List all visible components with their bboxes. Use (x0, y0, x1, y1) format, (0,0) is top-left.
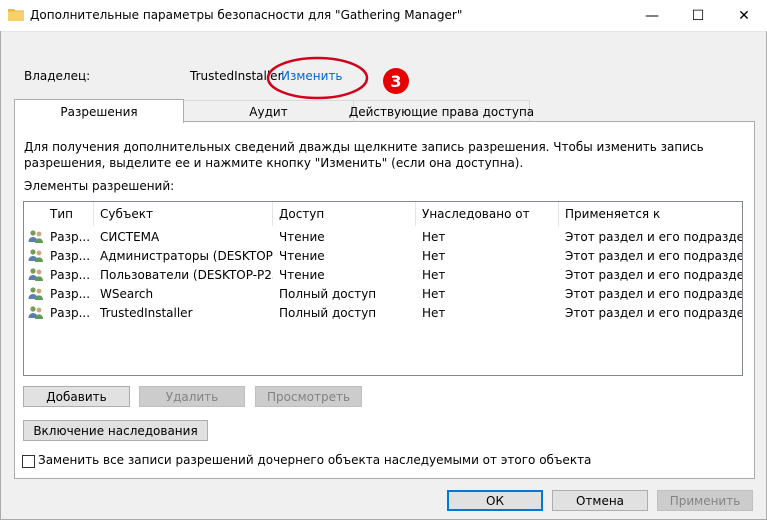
cell-access: Полный доступ (279, 305, 377, 320)
view-button[interactable]: Просмотреть (255, 386, 362, 407)
cell-inherited-from: Нет (422, 305, 446, 320)
cell-access: Чтение (279, 229, 325, 244)
replace-child-permissions-checkbox[interactable] (22, 455, 35, 468)
users-icon (28, 287, 43, 300)
step-badge: 3 (383, 68, 409, 94)
tab-effective-access[interactable]: Действующие права доступа (349, 100, 534, 123)
cell-inherited-from: Нет (422, 248, 446, 263)
cell-type: Разр... (50, 248, 91, 263)
users-icon (28, 230, 43, 243)
tab-permissions[interactable]: Разрешения (14, 99, 184, 123)
list-header: Тип Субъект Доступ Унаследовано от Приме… (24, 202, 742, 226)
cell-type: Разр... (50, 229, 91, 244)
table-row[interactable]: Разр... Пользователи (DESKTOP-P25... Чте… (24, 265, 742, 284)
cell-type: Разр... (50, 267, 91, 282)
users-icon (28, 249, 43, 262)
cell-inherited-from: Нет (422, 229, 446, 244)
owner-label: Владелец: (24, 69, 91, 83)
permission-entries-label: Элементы разрешений: (24, 179, 175, 193)
remove-button[interactable]: Удалить (139, 386, 245, 407)
enable-inheritance-button[interactable]: Включение наследования (23, 420, 208, 441)
cell-principal: WSearch (100, 286, 154, 301)
cancel-button[interactable]: Отмена (552, 490, 648, 511)
cell-principal: Пользователи (DESKTOP-P25... (100, 267, 273, 282)
cell-applies-to: Этот раздел и его подразделы (565, 267, 742, 282)
table-row[interactable]: Разр... СИСТЕМА Чтение Нет Этот раздел и… (24, 227, 742, 246)
cell-access: Полный доступ (279, 286, 377, 301)
table-row[interactable]: Разр... Администраторы (DESKTOP-... Чтен… (24, 246, 742, 265)
highlight-ellipse (266, 56, 369, 100)
add-button[interactable]: Добавить (23, 386, 130, 407)
table-row[interactable]: Разр... TrustedInstaller Полный доступ Н… (24, 303, 742, 322)
replace-child-permissions-label: Заменить все записи разрешений дочернего… (38, 453, 592, 467)
column-header-inherited-from[interactable]: Унаследовано от (416, 202, 559, 226)
cell-applies-to: Этот раздел и его подразделы (565, 305, 742, 320)
tab-audit[interactable]: Аудит (182, 100, 355, 123)
folder-icon (8, 9, 24, 21)
close-button[interactable]: ✕ (721, 0, 767, 31)
column-header-principal[interactable]: Субъект (94, 202, 273, 226)
cell-principal: СИСТЕМА (100, 229, 160, 244)
permission-entries-list[interactable]: Тип Субъект Доступ Унаследовано от Приме… (23, 201, 743, 376)
cell-applies-to: Этот раздел и его подразделы (565, 229, 742, 244)
cell-applies-to: Этот раздел и его подразделы (565, 248, 742, 263)
cell-type: Разр... (50, 286, 91, 301)
window-title: Дополнительные параметры безопасности дл… (30, 8, 463, 22)
cell-principal: Администраторы (DESKTOP-... (100, 248, 273, 263)
cell-principal: TrustedInstaller (100, 305, 193, 320)
cell-inherited-from: Нет (422, 286, 446, 301)
table-row[interactable]: Разр... WSearch Полный доступ Нет Этот р… (24, 284, 742, 303)
cell-access: Чтение (279, 267, 325, 282)
cell-applies-to: Этот раздел и его подразделы (565, 286, 742, 301)
ok-button[interactable]: ОК (447, 490, 543, 511)
column-header-applies-to[interactable]: Применяется к (559, 202, 742, 226)
title-bar: Дополнительные параметры безопасности дл… (0, 0, 767, 32)
cell-type: Разр... (50, 305, 91, 320)
column-header-access[interactable]: Доступ (273, 202, 416, 226)
column-header-type[interactable]: Тип (44, 202, 94, 226)
users-icon (28, 268, 43, 281)
minimize-button[interactable]: — (629, 0, 675, 31)
apply-button[interactable]: Применить (657, 490, 753, 511)
users-icon (28, 306, 43, 319)
cell-inherited-from: Нет (422, 267, 446, 282)
cell-access: Чтение (279, 248, 325, 263)
maximize-button[interactable]: ☐ (675, 0, 721, 31)
description-text: Для получения дополнительных сведений дв… (24, 140, 704, 170)
